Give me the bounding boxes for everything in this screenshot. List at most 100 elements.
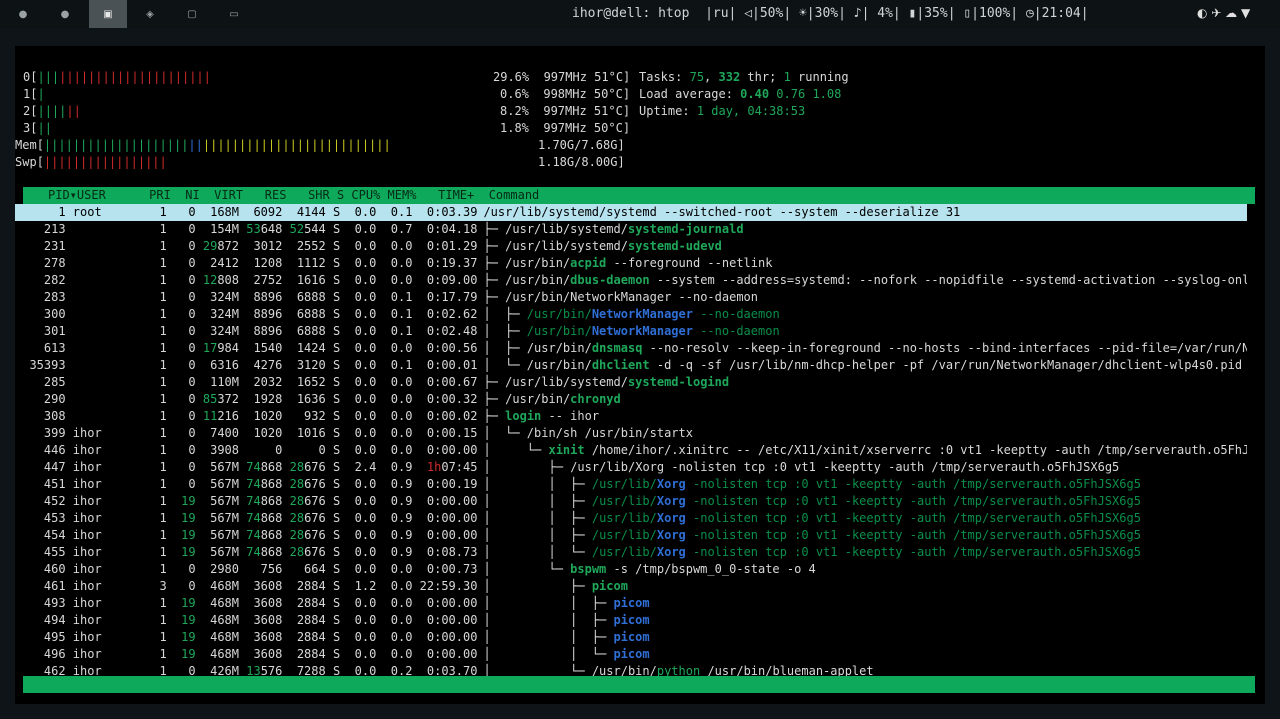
table-row[interactable]: 452 ihor 1 19 567M 74868 28676 S 0.0 0.9… [15, 493, 1247, 510]
table-row[interactable]: 455 ihor 1 19 567M 74868 28676 S 0.0 0.9… [15, 544, 1247, 561]
ni-cell: 0 [166, 290, 196, 304]
command-cell: │ └─ xinit /home/ihor/.xinitrc -- /etc/X… [483, 443, 1247, 457]
command-cell: │ ├─ /usr/lib/Xorg -nolisten tcp :0 vt1 … [483, 460, 1120, 474]
table-row[interactable]: 451 ihor 1 0 567M 74868 28676 S 0.0 0.9 … [15, 476, 1247, 493]
table-row[interactable]: 35393 1 0 6316 4276 3120 S 0.0 0.1 0:00.… [15, 357, 1247, 374]
pri-cell: 1 [137, 562, 167, 576]
workspace-6-icon[interactable]: ▭ [215, 0, 253, 28]
ni-cell: 0 [166, 477, 196, 491]
table-row[interactable]: 278 1 0 2412 1208 1112 S 0.0 0.0 0:19.37… [15, 255, 1247, 272]
system-status: |ru| ◁|50%| ☀|30%| ♪| 4%| ▮|35%| ▯|100%|… [705, 6, 1089, 21]
table-row[interactable]: 454 ihor 1 19 567M 74868 28676 S 0.0 0.9… [15, 527, 1247, 544]
time-cell: 0:00.01 [419, 358, 478, 372]
user-cell [66, 358, 138, 372]
ni-cell: 0 [166, 426, 196, 440]
command-cell: │ │ ├─ picom [483, 630, 650, 644]
user-cell [66, 392, 138, 406]
ni-cell: 19 [166, 647, 196, 661]
table-row[interactable]: 213 1 0 154M 53648 52544 S 0.0 0.7 0:04.… [15, 221, 1247, 238]
workspace-5-icon[interactable]: ▢ [173, 0, 211, 28]
command-cell: │ │ └─ picom [483, 647, 650, 661]
table-row[interactable]: 231 1 0 29872 3012 2552 S 0.0 0.0 0:01.2… [15, 238, 1247, 255]
pri-cell: 1 [137, 426, 167, 440]
pid-cell: 278 [15, 256, 66, 270]
top-bar: ● ● ▣ ◈ ▢ ▭ ihor@dell: htop |ru| ◁|50%| … [0, 0, 1280, 28]
workspace-4-icon[interactable]: ◈ [131, 0, 169, 28]
pid-cell: 460 [15, 562, 66, 576]
mem-value: 1.70G/7.68G] [538, 138, 625, 152]
table-row[interactable]: 493 ihor 1 19 468M 3608 2884 S 0.0 0.0 0… [15, 595, 1247, 612]
status-line: ihor@dell: htop |ru| ◁|50%| ☀|30%| ♪| 4%… [572, 6, 1089, 21]
user-cell: ihor [65, 630, 138, 644]
pid-cell: 213 [15, 222, 66, 236]
table-row[interactable]: 453 ihor 1 19 567M 74868 28676 S 0.0 0.9… [15, 510, 1247, 527]
table-row[interactable]: 613 1 0 17984 1540 1424 S 0.0 0.0 0:00.5… [15, 340, 1247, 357]
command-cell: │ ├─ /usr/bin/dnsmasq --no-resolv --keep… [483, 341, 1247, 355]
table-row[interactable]: 300 1 0 324M 8896 6888 S 0.0 0.1 0:02.62… [15, 306, 1247, 323]
command-cell: ├─ /usr/lib/systemd/systemd-journald [483, 222, 744, 236]
user-cell [66, 290, 138, 304]
window-title: ihor@dell: htop [572, 6, 690, 21]
cpu-3-info: 1.8% 997MHz 50°C] [500, 121, 631, 135]
time-cell: 0:00.00 [419, 443, 478, 457]
table-row[interactable]: 308 1 0 11216 1020 932 S 0.0 0.0 0:00.02… [15, 408, 1247, 425]
table-row[interactable]: 1 root 1 0 168M 6092 4144 S 0.0 0.1 0:03… [15, 204, 1247, 221]
pri-cell: 1 [137, 596, 167, 610]
ni-cell: 0 [166, 205, 196, 219]
table-row[interactable]: 283 1 0 324M 8896 6888 S 0.0 0.1 0:17.79… [15, 289, 1247, 306]
time-cell: 0:00.00 [419, 596, 478, 610]
user-cell: ihor [65, 562, 138, 576]
command-cell: │ │ ├─ picom [483, 596, 650, 610]
workspace-1-icon[interactable]: ● [4, 0, 42, 28]
cpu-1-meter: 1[| [23, 87, 45, 101]
ni-cell: 0 [166, 579, 196, 593]
ni-cell: 0 [166, 222, 196, 236]
table-row[interactable]: 461 ihor 3 0 468M 3608 2884 S 1.2 0.0 22… [15, 578, 1247, 595]
command-cell: ├─ /usr/lib/systemd/systemd-logind [483, 375, 730, 389]
table-row[interactable]: 447 ihor 1 0 567M 74868 28676 S 2.4 0.9 … [15, 459, 1247, 476]
table-row[interactable]: 285 1 0 110M 2032 1652 S 0.0 0.0 0:00.67… [15, 374, 1247, 391]
pri-cell: 1 [137, 545, 167, 559]
ni-cell: 0 [166, 273, 196, 287]
table-row[interactable]: 301 1 0 324M 8896 6888 S 0.0 0.1 0:02.48… [15, 323, 1247, 340]
table-row[interactable]: 496 ihor 1 19 468M 3608 2884 S 0.0 0.0 0… [15, 646, 1247, 663]
pid-cell: 447 [15, 460, 66, 474]
command-cell: │ ├─ /usr/bin/NetworkManager --no-daemon [483, 307, 780, 321]
pid-cell: 494 [15, 613, 66, 627]
table-row[interactable]: 399 ihor 1 0 7400 1020 1016 S 0.0 0.0 0:… [15, 425, 1247, 442]
ni-cell: 0 [166, 358, 196, 372]
user-cell: ihor [65, 511, 138, 525]
time-cell: 0:00.32 [419, 392, 478, 406]
load-average: Load average: 0.40 0.76 1.08 [639, 87, 842, 101]
htop-terminal[interactable]: 0[|||||||||||||||||||||||| 1[| 2[|||||| … [15, 46, 1265, 704]
time-cell: 0:00.00 [419, 647, 478, 661]
tray-icons[interactable]: ◐ ✈ ☁ ▼ [1197, 6, 1250, 20]
pid-cell: 446 [15, 443, 66, 457]
table-row[interactable]: 282 1 0 12808 2752 1616 S 0.0 0.0 0:09.0… [15, 272, 1247, 289]
pid-cell: 495 [15, 630, 66, 644]
user-cell [66, 273, 138, 287]
command-cell: │ │ ├─ picom [483, 613, 650, 627]
time-cell: 0:00.00 [419, 528, 478, 542]
table-row[interactable]: 494 ihor 1 19 468M 3608 2884 S 0.0 0.0 0… [15, 612, 1247, 629]
pri-cell: 1 [137, 341, 167, 355]
user-cell: ihor [65, 443, 138, 457]
column-header[interactable]: PID▾USER PRI NI VIRT RES SHR S CPU% MEM%… [23, 187, 1255, 204]
pid-cell: 399 [15, 426, 66, 440]
function-key-bar: F1Help F2Setup F3SearchF4FilterF5List F6… [23, 676, 1255, 693]
time-cell: 0:00.00 [419, 494, 478, 508]
workspace-2-icon[interactable]: ● [46, 0, 84, 28]
pri-cell: 1 [137, 528, 167, 542]
time-cell: 0:17.79 [419, 290, 478, 304]
pri-cell: 1 [137, 239, 167, 253]
workspace-3-icon[interactable]: ▣ [89, 0, 127, 28]
ni-cell: 0 [166, 460, 196, 474]
table-row[interactable]: 290 1 0 85372 1928 1636 S 0.0 0.0 0:00.3… [15, 391, 1247, 408]
time-cell: 0:00.00 [419, 511, 478, 525]
pri-cell: 1 [137, 613, 167, 627]
table-row[interactable]: 460 ihor 1 0 2980 756 664 S 0.0 0.0 0:00… [15, 561, 1247, 578]
table-row[interactable]: 446 ihor 1 0 3908 0 0 S 0.0 0.0 0:00.00 │… [15, 442, 1247, 459]
table-row[interactable]: 495 ihor 1 19 468M 3608 2884 S 0.0 0.0 0… [15, 629, 1247, 646]
pri-cell: 1 [137, 358, 167, 372]
pid-cell: 290 [15, 392, 66, 406]
